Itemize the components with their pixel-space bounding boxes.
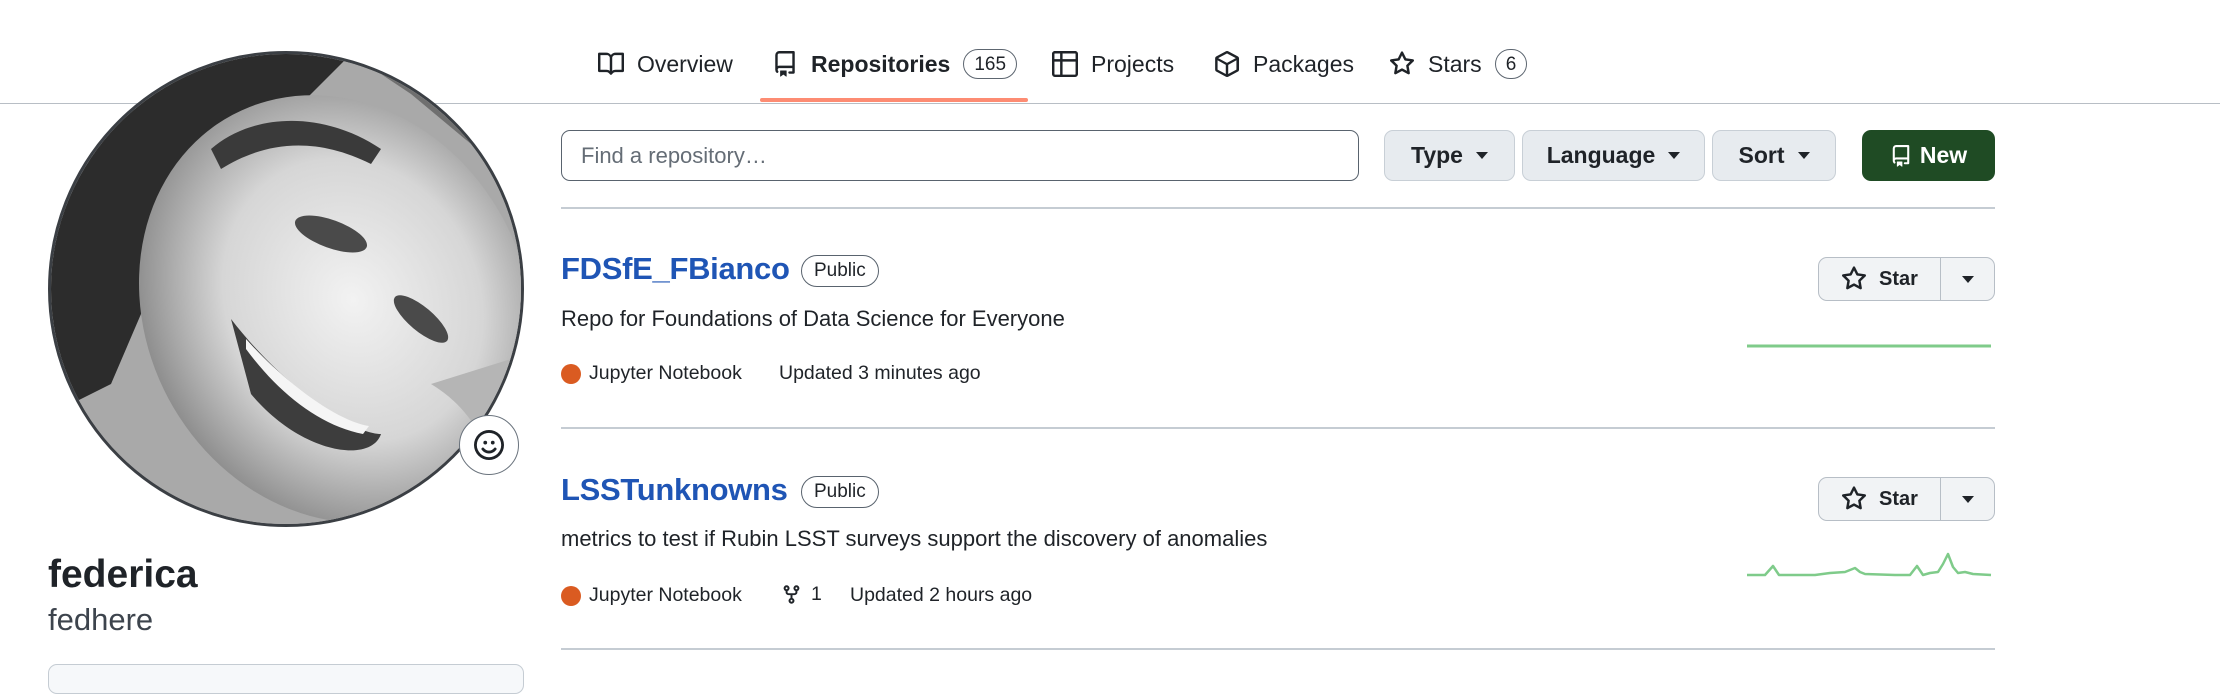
sort-button[interactable]: Sort <box>1712 130 1836 181</box>
smiley-icon <box>474 430 504 460</box>
language-filter-label: Language <box>1546 142 1656 168</box>
repo-name-link[interactable]: LSSTunknowns <box>561 472 788 508</box>
caret-down-icon <box>1961 495 1974 503</box>
star-list-dropdown[interactable] <box>1941 258 1994 300</box>
tab-stars[interactable]: Stars 6 <box>1389 44 1528 84</box>
type-filter-button[interactable]: Type <box>1384 130 1515 181</box>
language-name: Jupyter Notebook <box>589 584 742 606</box>
star-button-group: Star <box>1818 257 1995 301</box>
repo-updated: Updated 2 hours ago <box>850 584 1033 606</box>
tab-label: Repositories <box>811 50 951 77</box>
fork-count: 1 <box>811 583 822 605</box>
tab-overview[interactable]: Overview <box>598 44 733 84</box>
tab-packages[interactable]: Packages <box>1214 44 1354 84</box>
repositories-count-badge: 165 <box>963 49 1018 79</box>
tab-label: Packages <box>1253 50 1355 77</box>
profile-username: fedhere <box>48 602 154 637</box>
repo-icon <box>775 51 795 77</box>
find-repository-input[interactable] <box>561 130 1359 181</box>
caret-down-icon <box>1961 275 1974 283</box>
divider <box>561 207 1995 209</box>
table-icon <box>1052 51 1078 77</box>
activity-sparkline <box>1747 344 1991 348</box>
activity-sparkline <box>1747 552 1992 577</box>
sort-label: Sort <box>1738 142 1785 168</box>
type-filter-label: Type <box>1411 142 1463 168</box>
star-icon <box>1842 486 1867 510</box>
fork-icon <box>783 585 800 604</box>
caret-down-icon <box>1797 152 1810 159</box>
repo-forks-link[interactable]: 1 <box>781 583 822 606</box>
visibility-badge: Public <box>801 476 879 508</box>
repo-updated: Updated 3 minutes ago <box>779 362 981 384</box>
tab-label: Stars <box>1428 50 1482 77</box>
avatar[interactable] <box>48 51 524 527</box>
new-button-label: New <box>1919 142 1968 168</box>
tab-repositories[interactable]: Repositories 165 <box>772 44 1018 84</box>
package-icon <box>1215 51 1240 77</box>
divider <box>561 427 1995 429</box>
star-icon <box>1389 51 1415 75</box>
language-color-dot <box>561 585 581 606</box>
repo-description: metrics to test if Rubin LSST surveys su… <box>561 526 1268 551</box>
star-label: Star <box>1879 267 1918 290</box>
star-list-dropdown[interactable] <box>1941 478 1994 520</box>
caret-down-icon <box>1668 152 1681 159</box>
tab-projects[interactable]: Projects <box>1052 44 1174 84</box>
active-tab-underline <box>760 98 1028 102</box>
divider <box>561 648 1995 650</box>
repo-language: Jupyter Notebook <box>561 584 742 607</box>
profile-full-name: federica <box>48 553 198 596</box>
star-button-group: Star <box>1818 477 1995 521</box>
repo-icon <box>1892 144 1910 167</box>
new-repository-button[interactable]: New <box>1862 130 1995 181</box>
language-color-dot <box>561 363 581 384</box>
repo-name-link[interactable]: FDSfE_FBianco <box>561 251 790 287</box>
tab-label: Overview <box>637 50 733 77</box>
star-button[interactable]: Star <box>1819 258 1941 300</box>
star-icon <box>1842 266 1867 290</box>
edit-profile-button[interactable] <box>48 664 524 694</box>
caret-down-icon <box>1475 152 1488 159</box>
language-filter-button[interactable]: Language <box>1522 130 1705 181</box>
language-name: Jupyter Notebook <box>589 362 742 384</box>
repo-language: Jupyter Notebook <box>561 362 742 385</box>
tab-label: Projects <box>1091 50 1175 77</box>
book-icon <box>598 52 624 75</box>
set-status-button[interactable] <box>459 415 519 475</box>
avatar-photo <box>51 54 521 524</box>
visibility-badge: Public <box>801 255 879 287</box>
repo-description: Repo for Foundations of Data Science for… <box>561 306 1065 331</box>
star-button[interactable]: Star <box>1819 478 1941 520</box>
stars-count-badge: 6 <box>1494 49 1528 79</box>
star-label: Star <box>1879 487 1918 510</box>
